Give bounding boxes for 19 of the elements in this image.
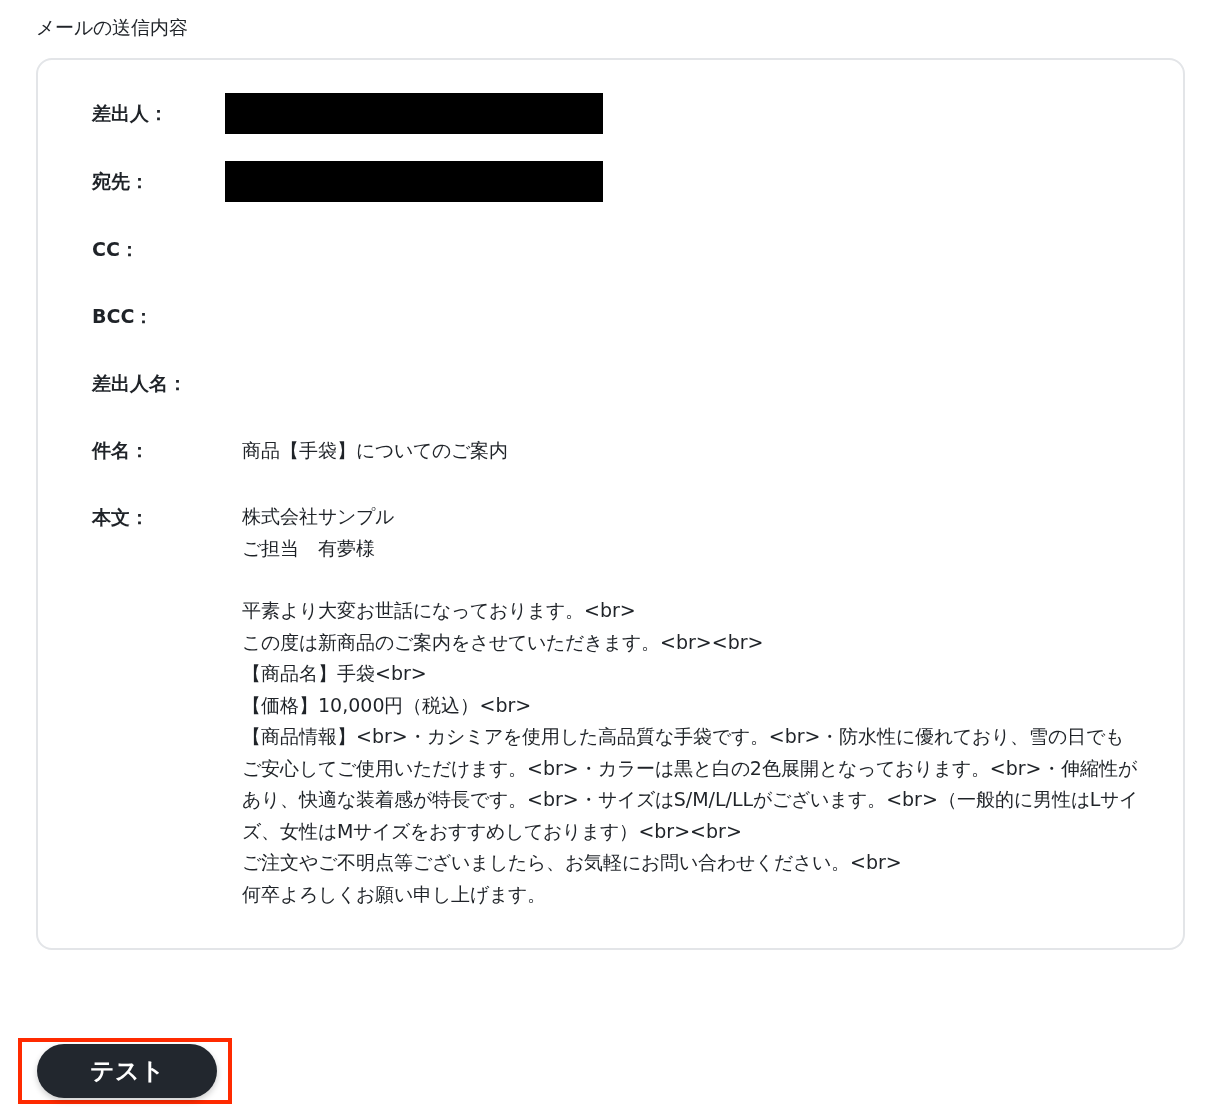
body-text: 株式会社サンプル [242, 504, 395, 529]
field-value: 商品【手袋】についてのご案内 [242, 438, 508, 463]
field-label: 差出人名： [92, 371, 188, 396]
test-button[interactable]: テスト [37, 1044, 217, 1098]
section-title: メールの送信内容 [36, 15, 189, 40]
field-label: CC： [92, 237, 140, 262]
body-text: 【商品情報】<br>・カシミアを使用した高品質な手袋です。<br>・防水性に優れており、雪の日でもご安心してご使用いただけます。<br>・カラーは黒と白の2色展開となっております。<br>・伸縮性があり、快適な装着感が特長です。<br>・サイズはS/M/L/LLがございます。<br>（一般的に男性はLサイズ、女性はMサイズをおすすめしております）<br><br> [242, 724, 1140, 844]
body-text: この度は新商品のご案内をさせていただきます。<br><br> [242, 629, 765, 655]
field-label: 件名： [92, 438, 150, 463]
body-text: 【商品名】手袋<br> [242, 661, 428, 686]
field-label: 宛先： [92, 169, 150, 194]
body-text: 何卒よろしくお願い申し上げます。 [242, 881, 547, 907]
field-label: BCC： [92, 304, 155, 329]
body-text: 【価格】10,000円（税込）<br> [242, 692, 533, 718]
body-text: 平素より大変お世話になっております。<br> [242, 598, 637, 623]
body-text: ご注文やご不明点等ございましたら、お気軽にお問い合わせください。<br> [242, 850, 903, 875]
body-text: ご担当 有夢様 [242, 535, 376, 561]
field-label: 本文： [92, 505, 150, 530]
field-label: 差出人： [92, 101, 169, 126]
